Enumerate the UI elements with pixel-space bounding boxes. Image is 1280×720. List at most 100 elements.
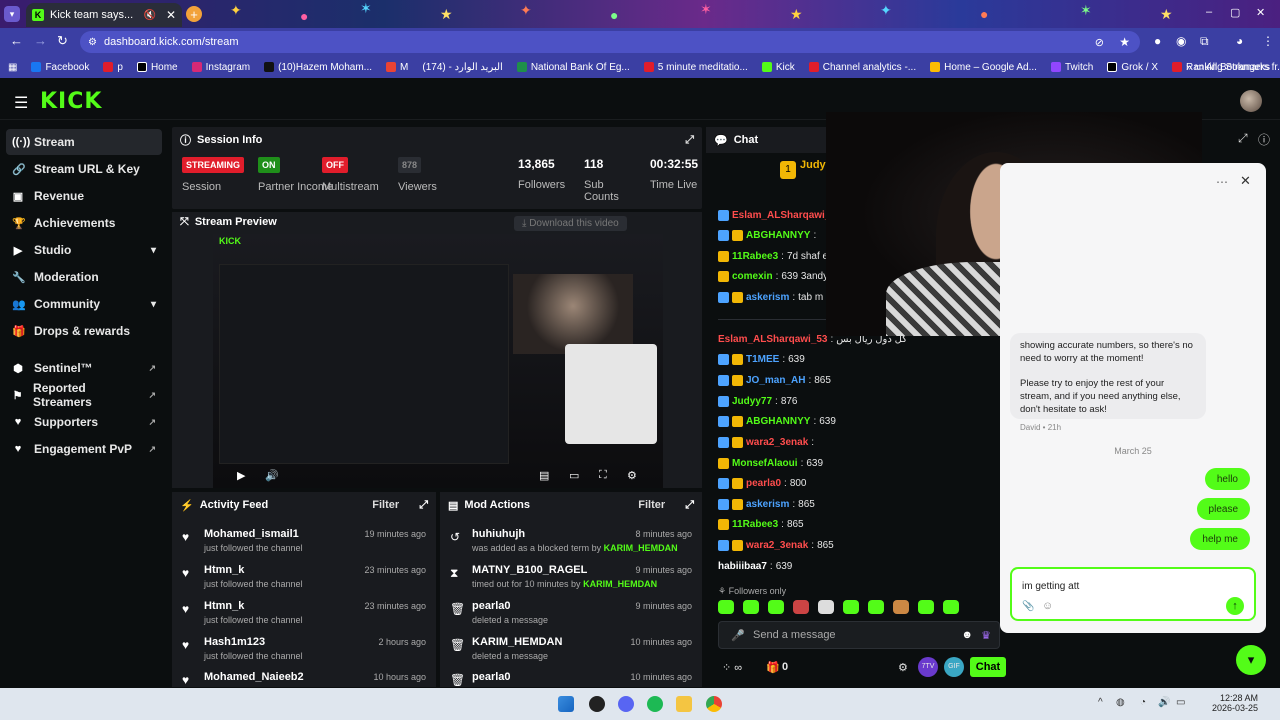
bookmark-item[interactable]: National Bank Of Eg... bbox=[516, 62, 630, 73]
follower-name[interactable]: Htmn_k bbox=[204, 564, 244, 576]
bookmark-item[interactable]: Kick bbox=[761, 62, 795, 73]
follower-name[interactable]: Mohamed_Naieeb2 bbox=[204, 671, 304, 683]
info-icon[interactable]: ⓘ bbox=[1258, 131, 1270, 148]
chat-username[interactable]: Eslam_ALSharqawi_53 bbox=[718, 334, 828, 345]
sidebar-item-moderation[interactable]: 🔧 Moderation bbox=[6, 264, 162, 290]
chat-username[interactable]: pearla0 bbox=[746, 478, 781, 489]
new-tab-button[interactable]: + bbox=[186, 6, 202, 22]
reload-icon[interactable]: ↻ bbox=[57, 33, 68, 49]
sidebar-item-stream-url-key[interactable]: 🔗 Stream URL & Key bbox=[6, 156, 162, 182]
chat-username[interactable]: JO_man_AH bbox=[746, 375, 805, 386]
follower-name[interactable]: Mohamed_ismail1 bbox=[204, 528, 299, 540]
follower-name[interactable]: Hash1m123 bbox=[204, 636, 265, 648]
file-explorer-icon[interactable] bbox=[676, 696, 692, 712]
moderator-name[interactable]: KARIM_HEMDAN bbox=[583, 579, 657, 589]
bookmark-item[interactable]: Facebook bbox=[31, 62, 89, 73]
sidebar-item-achievements[interactable]: 🏆 Achievements bbox=[6, 210, 162, 236]
chat-username[interactable]: Judyy77 bbox=[732, 396, 772, 407]
popout-icon[interactable]: ⤢ bbox=[419, 499, 428, 512]
address-bar[interactable]: ⚙ dashboard.kick.com/stream ⊘ ★ bbox=[80, 31, 1140, 53]
chat-username[interactable]: 11Rabee3 bbox=[732, 519, 778, 530]
chat-username[interactable]: wara2_3enak bbox=[746, 437, 808, 448]
sidebar-item-stream[interactable]: ((·)) Stream bbox=[6, 129, 162, 155]
gift-icon[interactable]: 🎁 bbox=[766, 661, 780, 674]
site-info-icon[interactable]: ⚙ bbox=[88, 37, 97, 48]
bookmark-star-icon[interactable]: ★ bbox=[1119, 35, 1130, 49]
spotify-icon[interactable] bbox=[647, 696, 663, 712]
chat-username[interactable]: wara2_3enak bbox=[746, 540, 808, 551]
hamburger-menu-icon[interactable]: ☰ bbox=[14, 93, 28, 113]
pinned-user[interactable]: Judy bbox=[800, 159, 826, 171]
tray-chevron-icon[interactable]: ^ bbox=[1098, 697, 1103, 708]
minimize-icon[interactable]: – bbox=[1206, 6, 1212, 18]
sidebar-item-sentinel[interactable]: ⬢ Sentinel™ ↗ bbox=[6, 355, 162, 381]
popout-icon[interactable]: ⤢ bbox=[1238, 131, 1248, 146]
mod-target[interactable]: huhiuhujh bbox=[472, 528, 525, 540]
chrome-icon[interactable] bbox=[706, 696, 722, 712]
close-tab-icon[interactable]: ✕ bbox=[166, 8, 176, 22]
theater-icon[interactable]: ▭ bbox=[569, 469, 579, 482]
chat-username[interactable]: askerism bbox=[746, 499, 789, 510]
download-video-button[interactable]: ⤓ Download this video bbox=[514, 216, 627, 231]
mic-icon[interactable]: 🎤 bbox=[731, 629, 745, 642]
follower-name[interactable]: Htmn_k bbox=[204, 600, 244, 612]
chat-username[interactable]: comexin bbox=[732, 271, 773, 282]
all-bookmarks-button[interactable]: » ▭ All Bookmarks bbox=[1186, 62, 1270, 73]
menu-dots-icon[interactable]: ⋮ bbox=[1262, 34, 1274, 48]
windows-start-icon[interactable] bbox=[558, 696, 574, 712]
chat-username[interactable]: MonsefAlaoui bbox=[732, 458, 798, 469]
mod-target[interactable]: pearla0 bbox=[472, 600, 511, 612]
eye-slash-icon[interactable]: ⊘ bbox=[1095, 36, 1104, 49]
avatar[interactable] bbox=[1240, 90, 1262, 112]
extensions-puzzle-icon[interactable]: ⧉ bbox=[1200, 34, 1209, 49]
battery-icon[interactable]: ▭ bbox=[1176, 697, 1185, 708]
support-launcher-button[interactable]: ▾ bbox=[1236, 645, 1266, 675]
bookmark-item[interactable]: Channel analytics -... bbox=[808, 62, 916, 73]
sidebar-item-revenue[interactable]: ▣ Revenue bbox=[6, 183, 162, 209]
clip-icon[interactable]: ▤ bbox=[539, 469, 549, 482]
chat-settings-icon[interactable]: ⚙ bbox=[898, 661, 908, 674]
sidebar-item-community[interactable]: 👥 Community ▾ bbox=[6, 291, 162, 317]
send-chat-button[interactable]: Chat bbox=[970, 657, 1006, 677]
compose-text[interactable]: im getting att bbox=[1022, 581, 1079, 592]
emote-icon[interactable] bbox=[743, 600, 759, 614]
extension-icon[interactable]: GIF bbox=[944, 657, 964, 677]
browser-tab-active[interactable]: K Kick team says... 🔇 ✕ bbox=[26, 3, 182, 27]
extension-icon[interactable]: ● bbox=[1154, 34, 1161, 48]
tab-search-button[interactable]: ▾ bbox=[4, 6, 20, 22]
apps-grid-icon[interactable]: ▦ bbox=[8, 62, 17, 73]
moderator-name[interactable]: KARIM_HEMDAN bbox=[604, 543, 678, 553]
emote-icon[interactable] bbox=[918, 600, 934, 614]
filter-button[interactable]: Filter bbox=[372, 499, 399, 511]
emoji-icon[interactable]: ☻ bbox=[961, 629, 973, 641]
bookmark-item[interactable]: (10)Hazem Moham... bbox=[264, 62, 372, 73]
sidebar-item-engagement-pvp[interactable]: ♥ Engagement PvP ↗ bbox=[6, 436, 162, 462]
emote-icon[interactable] bbox=[818, 600, 834, 614]
emote-icon[interactable] bbox=[843, 600, 859, 614]
fullscreen-icon[interactable]: ⛶ bbox=[599, 469, 607, 482]
popout-icon[interactable]: ⤢ bbox=[685, 499, 694, 512]
settings-gear-icon[interactable]: ⚙ bbox=[627, 469, 637, 482]
window-close-icon[interactable]: ✕ bbox=[1256, 6, 1265, 19]
bookmark-item[interactable]: p bbox=[103, 62, 123, 73]
back-icon[interactable]: ← bbox=[10, 33, 23, 48]
chat-username[interactable]: 11Rabee3 bbox=[732, 251, 778, 262]
profile-icon[interactable]: ◕ bbox=[1236, 34, 1243, 48]
emote-icon[interactable] bbox=[718, 600, 734, 614]
mod-target[interactable]: KARIM_HEMDAN bbox=[472, 636, 562, 648]
forward-icon[interactable]: → bbox=[34, 33, 47, 48]
popout-icon[interactable]: ⤢ bbox=[685, 134, 694, 147]
mute-tab-icon[interactable]: 🔇 bbox=[143, 10, 155, 21]
maximize-icon[interactable]: ▢ bbox=[1230, 6, 1240, 19]
filter-button[interactable]: Filter bbox=[638, 499, 665, 511]
mod-target[interactable]: MATNY_B100_RAGEL bbox=[472, 564, 587, 576]
chat-username[interactable]: ABGHANNYY bbox=[746, 416, 810, 427]
kick-emote-icon[interactable]: ♛ bbox=[981, 629, 991, 642]
volume-icon[interactable]: 🔊 bbox=[1158, 697, 1170, 708]
emote-icon[interactable] bbox=[793, 600, 809, 614]
emoji-icon[interactable]: ☺ bbox=[1042, 600, 1053, 612]
bookmark-item[interactable]: (174) - البريد الوارد bbox=[422, 62, 502, 73]
chat-username[interactable]: T1MEE bbox=[746, 354, 779, 365]
clock[interactable]: 12:28 AM 2026-03-25 bbox=[1206, 693, 1258, 713]
app-icon[interactable] bbox=[589, 696, 605, 712]
